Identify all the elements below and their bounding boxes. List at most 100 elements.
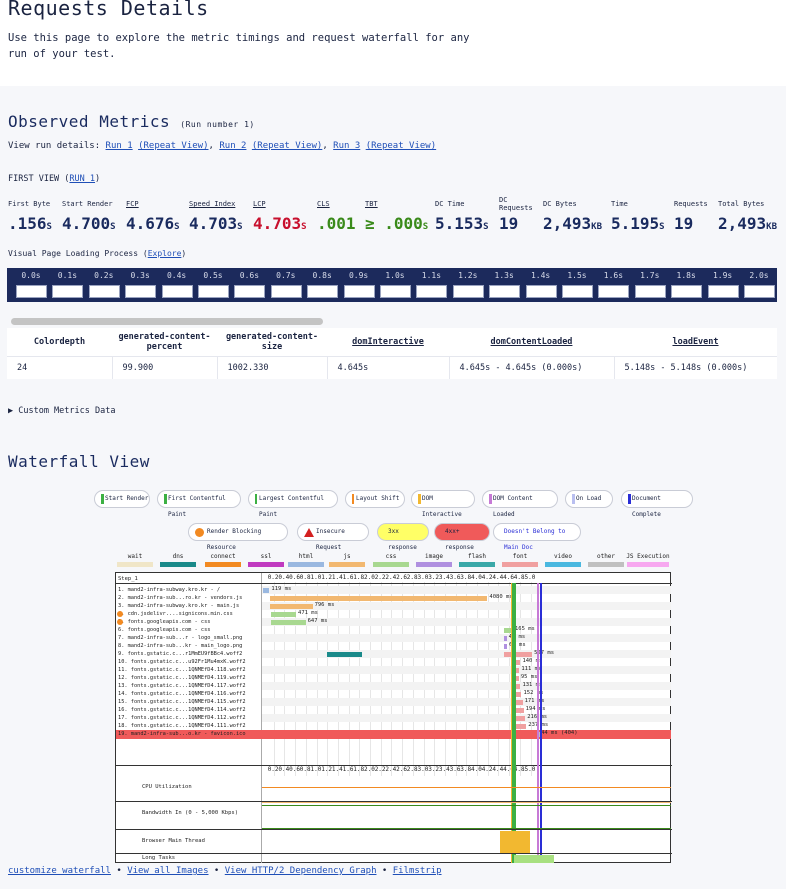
film-frame[interactable] (161, 285, 193, 298)
main-thread-label: Browser Main Thread (142, 838, 205, 844)
film-time: 0.1s (57, 271, 78, 280)
film-frame[interactable] (88, 285, 120, 298)
film-frame[interactable] (343, 285, 375, 298)
custom-metrics-table: Colordepth generated-content-percent gen… (7, 328, 777, 379)
film-frame[interactable] (489, 285, 521, 298)
metric-value-11: 19 (674, 214, 693, 233)
run-2-link[interactable]: Run 2 (219, 141, 246, 151)
film-time: 1.4s (530, 271, 551, 280)
http2-dependency-graph-link[interactable]: View HTTP/2 Dependency Graph (225, 866, 377, 876)
film-time: 1.3s (494, 271, 514, 280)
filmstrip-scrollbar[interactable] (11, 318, 323, 325)
category-css: css (371, 553, 411, 567)
view-all-images-link[interactable]: View all Images (127, 866, 208, 876)
legend-layout-shift: Layout Shift (345, 490, 405, 508)
film-frame[interactable] (671, 285, 703, 298)
metric-label-12: Total Bytes (718, 200, 765, 208)
metric-value-number: .001 (317, 214, 356, 233)
category-swatch (160, 562, 196, 567)
gridline (380, 582, 382, 776)
waterfall-axis-line (116, 583, 672, 584)
film-frame[interactable] (16, 285, 47, 298)
run-3-link[interactable]: Run 3 (333, 141, 360, 151)
metric-value-unit: S (46, 222, 52, 232)
metric-label-6[interactable]: TBT (365, 200, 435, 208)
panel-line (116, 801, 672, 802)
film-time: 0.2s (94, 271, 114, 280)
explore-link[interactable]: Explore (148, 249, 182, 258)
category-swatch (545, 562, 581, 567)
legend2-3: 4xx+ response (434, 523, 490, 551)
film-frame[interactable] (380, 285, 411, 298)
film-frame[interactable] (125, 285, 157, 298)
request-time: 194 ms (525, 706, 546, 712)
waterfall-chart[interactable]: Step_1 0.20.20.40.40.60.60.80.81.01.01.2… (115, 572, 672, 863)
category-label: html (298, 553, 314, 560)
film-frame[interactable] (198, 285, 229, 298)
film-frame[interactable] (634, 285, 666, 298)
run-3-repeat-link[interactable]: (Repeat View) (366, 141, 436, 151)
metric-value-number: .156 (8, 214, 47, 233)
filmstrip[interactable]: 0.0s 0.1s 0.2s 0.3s 0.4s 0.5s 0.6s 0.7s 0.8s 0.9s… (7, 268, 777, 302)
axis-tick-top: 4.8 (513, 574, 525, 581)
col-domcontentloaded[interactable]: domContentLoaded (449, 328, 614, 357)
gridline (412, 582, 414, 776)
request-time: 796 ms (314, 602, 335, 608)
row-stripe (262, 682, 671, 690)
axis-tick-top: 1.0 (310, 574, 322, 581)
col-dominteractive[interactable]: domInteractive (327, 328, 449, 357)
legend-document-complete: Document Complete (621, 490, 693, 518)
film-frame[interactable] (452, 285, 484, 298)
col-generated-content-percent: generated-content-percent (112, 328, 217, 357)
metric-value-unit: S (174, 222, 180, 232)
metric-value-8: 19 (499, 214, 518, 233)
filmstrip-link[interactable]: Filmstrip (393, 866, 442, 876)
request-time: 95 ms (520, 674, 538, 680)
render-blocking-icon (195, 528, 204, 537)
film-frame[interactable] (562, 285, 593, 298)
metric-label-2[interactable]: FCP (126, 200, 196, 208)
metric-value-2: 4.676S (126, 214, 180, 233)
film-frame[interactable] (416, 285, 448, 298)
category-label: wait (127, 553, 143, 560)
film-frame[interactable] (52, 285, 84, 298)
metric-value-unit: S (422, 222, 429, 232)
row-stripe (262, 714, 671, 722)
footer-links: customize waterfall • View all Images • … (8, 866, 442, 876)
legend-text: Document Complete (632, 495, 661, 518)
legend-text: Layout Shift (356, 495, 400, 502)
axis-tick-top: 5.0 (524, 574, 536, 581)
customize-waterfall-link[interactable]: customize waterfall (8, 866, 111, 876)
request-bar (503, 636, 507, 641)
film-frame[interactable] (307, 285, 339, 298)
metric-label-3[interactable]: Speed Index (189, 200, 259, 208)
gridline (434, 582, 436, 776)
metric-value-number: 2,493 (718, 214, 767, 233)
film-frame[interactable] (525, 285, 557, 298)
axis-tick-top: 2.2 (374, 574, 386, 581)
metric-value-7: 5.153S (435, 214, 489, 233)
first-view-label: FIRST VIEW (RUN 1) (8, 174, 101, 184)
first-view-run-link[interactable]: RUN 1 (69, 174, 95, 184)
col-loadevent[interactable]: loadEvent (614, 328, 777, 357)
run-1-link[interactable]: Run 1 (106, 141, 133, 151)
film-frame[interactable] (707, 285, 739, 298)
metric-label-4[interactable]: LCP (253, 200, 323, 208)
axis-tick-top: 2.8 (406, 574, 418, 581)
legend-start-render: Start Render (94, 490, 150, 508)
run-2-repeat-link[interactable]: (Repeat View) (252, 141, 322, 151)
film-frame[interactable] (270, 285, 302, 298)
request-label[interactable]: 19. mand2-infra-sub...o.kr - favicon.ico (118, 730, 246, 739)
page-intro: Use this page to explore the metric timi… (8, 32, 470, 60)
film-frame[interactable] (598, 285, 630, 298)
film-time: 0.5s (203, 271, 223, 280)
run-1-repeat-link[interactable]: (Repeat View) (138, 141, 208, 151)
film-time: 1.5s (567, 271, 587, 280)
film-time: 2.0s (749, 271, 769, 280)
metric-label-10: Time (611, 200, 628, 208)
film-frame[interactable] (744, 285, 775, 298)
legend-text: DOM Interactive (422, 495, 462, 518)
film-frame[interactable] (234, 285, 266, 298)
gridline (359, 582, 361, 776)
custom-metrics-toggle[interactable]: ▶ Custom Metrics Data (8, 406, 115, 416)
